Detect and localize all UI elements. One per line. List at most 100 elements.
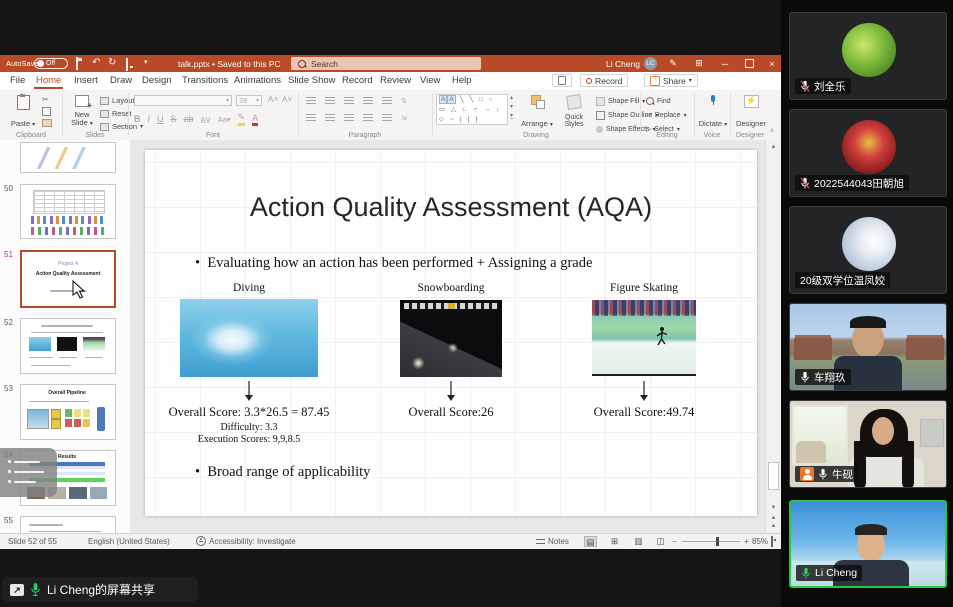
participant-tile[interactable]: 牛砚 (789, 400, 947, 488)
redo-icon[interactable]: ↻ (108, 57, 116, 68)
slide-thumbnail-51-selected[interactable]: Project 4 Action Quality Assessment (20, 250, 116, 308)
replace-button[interactable]: ⇄Replace▾ (646, 109, 687, 121)
tab-draw[interactable]: Draw (108, 72, 134, 89)
canvas-scrollbar[interactable]: ▲ ▼ ▲▲ (765, 140, 781, 533)
record-button[interactable]: Record (580, 74, 628, 87)
change-case-icon: Aa▾ (218, 115, 231, 124)
shapes-gallery[interactable]: AA ╲ ╲ □ ○ ▭ △ ∟ ⌐ → ↓ ◇ ~ ( { } (436, 94, 508, 125)
font-style-buttons[interactable]: BIU Sab A̲V̲ Aa▾ ✎ A (134, 112, 258, 126)
zoom-out-icon[interactable]: − (672, 534, 677, 548)
tab-home[interactable]: Home (34, 72, 63, 89)
floating-list-overlay[interactable] (0, 448, 57, 497)
fit-to-window-icon[interactable] (771, 536, 773, 547)
host-badge-icon (800, 467, 814, 481)
tab-animations[interactable]: Animations (232, 72, 283, 89)
collapse-ribbon-icon[interactable]: ˄ (770, 128, 774, 135)
columns-icon (382, 114, 392, 122)
tab-file[interactable]: File (8, 72, 27, 89)
zoom-slider-thumb[interactable] (716, 537, 719, 546)
group-label-drawing: Drawing (432, 132, 640, 139)
comments-button[interactable] (552, 74, 572, 87)
reading-view-button[interactable]: ▥ (632, 536, 645, 547)
document-title[interactable]: talk.pptx • Saved to this PC (178, 59, 281, 69)
tab-insert[interactable]: Insert (72, 72, 100, 89)
scroll-up-icon[interactable]: ▲ (768, 143, 779, 151)
shapes-gallery-scroll[interactable]: ▴▾▾̲ (510, 94, 513, 119)
font-name-combobox[interactable]: ▾ (134, 95, 232, 106)
new-slide-button[interactable]: New Slide ▾ (66, 93, 98, 130)
scoreboard-highlight (448, 303, 455, 309)
slide-thumbnail-55[interactable] (20, 516, 116, 533)
previous-slide-icon[interactable]: ▲▲ (768, 514, 779, 530)
tab-transitions[interactable]: Transitions (180, 72, 230, 89)
slide-thumbnail-53[interactable]: Overall Pipeline (20, 384, 116, 440)
mic-muted-icon (800, 177, 810, 190)
search-input[interactable]: Search (291, 57, 481, 70)
column-label-diving: Diving (180, 282, 318, 294)
participant-name-label: 牛砚 (795, 466, 858, 482)
user-avatar[interactable]: LC (644, 57, 657, 70)
designer-button[interactable]: ⚡ Designer (734, 93, 768, 130)
slide-indicator[interactable]: Slide 52 of 55 (8, 534, 57, 548)
font-size-combobox[interactable]: 28▾ (236, 95, 262, 106)
coming-soon-icon[interactable]: ⊞ (690, 55, 708, 72)
tab-review[interactable]: Review (378, 72, 413, 89)
shrink-font-icon[interactable]: A˅ (282, 95, 292, 104)
dictate-button[interactable]: Dictate ▾ (698, 93, 728, 130)
participant-tile-active-speaker[interactable]: Li Cheng (789, 500, 947, 588)
participant-hair (855, 524, 887, 535)
quick-styles-button[interactable]: Quick Styles (556, 93, 592, 130)
accessibility-checker[interactable]: Accessibility: Investigate (196, 534, 296, 548)
slide-thumbnail-50[interactable] (20, 184, 116, 239)
cut-copy-painter-buttons[interactable]: ✂ (42, 95, 52, 127)
language-indicator[interactable]: English (United States) (88, 534, 170, 548)
slide-52[interactable]: Action Quality Assessment (AQA) • Evalua… (145, 150, 757, 516)
undo-icon[interactable]: ↶ (92, 57, 100, 68)
tab-design[interactable]: Design (140, 72, 174, 89)
screen-share-banner[interactable]: ↗ Li Cheng的屏幕共享 (2, 577, 198, 602)
save-icon[interactable] (76, 58, 78, 69)
tab-help[interactable]: Help (450, 72, 474, 89)
find-button[interactable]: Find (646, 95, 687, 107)
ink-pen-icon[interactable]: ✎ (664, 55, 682, 72)
tab-slideshow[interactable]: Slide Show (286, 72, 338, 89)
zoom-level[interactable]: 85% (752, 534, 768, 548)
normal-view-button[interactable]: ▤ (584, 536, 597, 547)
scroll-down-icon[interactable]: ▼ (768, 504, 779, 512)
restore-button[interactable] (740, 55, 758, 72)
group-label-editing: Editing (640, 132, 694, 139)
start-slideshow-icon[interactable] (126, 59, 128, 70)
slide-thumbnail-52[interactable] (20, 318, 116, 374)
font-color-icon: A (252, 113, 258, 126)
paste-button[interactable]: Paste ▾ (6, 93, 40, 130)
user-name[interactable]: Li Cheng (606, 59, 640, 69)
shadow-icon: S (171, 114, 177, 124)
zoom-in-icon[interactable]: + (744, 534, 749, 548)
notes-button[interactable]: Notes (536, 534, 569, 548)
close-button[interactable]: × (763, 55, 781, 72)
grow-font-icon[interactable]: A˄ (268, 95, 278, 104)
diving-execution: Execution Scores: 9,9,8.5 (164, 434, 334, 445)
tab-record[interactable]: Record (340, 72, 375, 89)
zoom-slider-track[interactable] (682, 541, 740, 542)
arrange-button[interactable]: Arrange ▾ (520, 93, 554, 130)
participant-tile[interactable]: 20级双学位温凤姣 (789, 206, 947, 294)
list-indent-buttons[interactable]: ⇅ (306, 97, 407, 105)
slide-sorter-view-button[interactable]: ⊞ (608, 536, 621, 547)
autosave-toggle[interactable]: Off (34, 58, 68, 69)
participant-tile[interactable]: 2022544043田朝旭 (789, 109, 947, 197)
mic-muted-icon (800, 80, 810, 93)
share-button[interactable]: ↑Share▾ (644, 74, 698, 87)
participant-tile[interactable]: 刘全乐 (789, 12, 947, 100)
alignment-buttons[interactable]: ⇲ (306, 114, 407, 122)
slideshow-view-button[interactable]: ◫ (654, 536, 667, 547)
minimize-button[interactable]: ─ (716, 55, 734, 72)
participant-tile[interactable]: 车翔玖 (789, 303, 947, 391)
tab-view[interactable]: View (418, 72, 442, 89)
scrollbar-thumb[interactable] (768, 462, 779, 490)
qat-customize-icon[interactable]: ▾ (144, 57, 148, 68)
slide-canvas[interactable]: Action Quality Assessment (AQA) • Evalua… (130, 140, 765, 533)
slide-thumbnail-49[interactable] (20, 142, 116, 173)
justify-icon (363, 114, 373, 122)
format-painter-icon (42, 119, 52, 127)
